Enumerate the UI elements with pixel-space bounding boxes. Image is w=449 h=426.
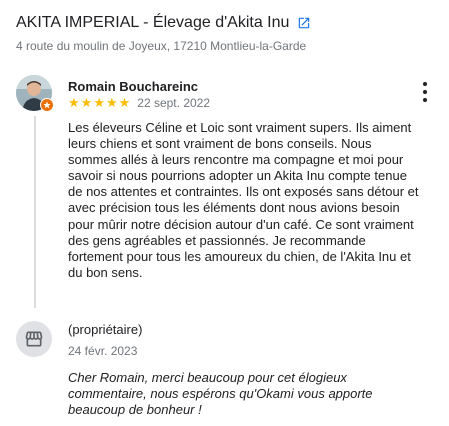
storefront-icon (16, 321, 52, 357)
star-icon: ★ (68, 95, 80, 110)
star-icon: ★ (118, 95, 131, 110)
more-vert-icon[interactable] (418, 82, 432, 102)
review-date: 22 sept. 2022 (137, 96, 211, 110)
owner-response-text: Cher Romain, merci beaucoup pour cet élo… (68, 370, 373, 418)
business-header: AKITA IMPERIAL - Élevage d'Akita Inu 4 r… (16, 14, 439, 53)
local-guide-badge-icon (40, 98, 54, 112)
thread-line (34, 116, 36, 308)
star-rating: ★ ★ ★ ★ ★ (68, 96, 131, 110)
star-icon: ★ (105, 95, 118, 110)
open-in-new-icon[interactable] (297, 16, 311, 30)
business-address: 4 route du moulin de Joyeux, 17210 Montl… (16, 39, 307, 53)
owner-response-date: 24 févr. 2023 (68, 344, 138, 358)
rating-row: ★ ★ ★ ★ ★ 22 sept. 2022 (68, 96, 211, 111)
business-name: AKITA IMPERIAL - Élevage d'Akita Inu (16, 14, 290, 31)
reviewer-name[interactable]: Romain Bouchareinc (68, 79, 198, 94)
title-row: AKITA IMPERIAL - Élevage d'Akita Inu (16, 14, 439, 32)
star-icon: ★ (93, 95, 105, 110)
star-icon: ★ (80, 95, 93, 110)
review-text: Les éleveurs Céline et Loic sont vraimen… (68, 120, 419, 280)
owner-label: (propriétaire) (68, 322, 143, 337)
